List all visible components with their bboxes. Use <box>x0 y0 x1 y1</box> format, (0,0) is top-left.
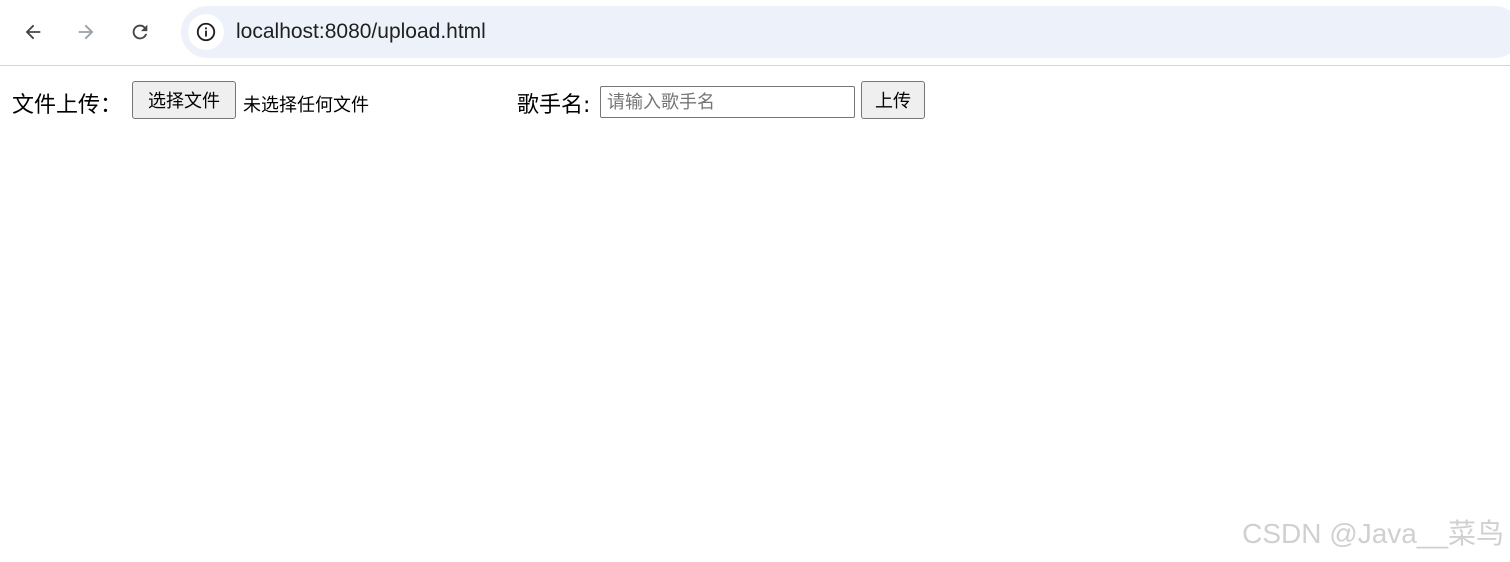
browser-toolbar: localhost:8080/upload.html <box>0 0 1510 66</box>
singer-name-input[interactable] <box>600 86 855 118</box>
info-icon <box>196 22 216 42</box>
site-info-button[interactable] <box>188 14 224 50</box>
arrow-left-icon <box>25 24 41 40</box>
reload-button[interactable] <box>120 12 160 52</box>
watermark: CSDN @Java__菜鸟 <box>1242 518 1504 549</box>
singer-name-label: 歌手名: <box>517 93 591 118</box>
url-text[interactable]: localhost:8080/upload.html <box>236 20 486 44</box>
back-button[interactable] <box>13 12 53 52</box>
choose-file-button[interactable]: 选择文件 <box>132 81 236 119</box>
forward-button[interactable] <box>66 12 106 52</box>
page-content: 文件上传： 选择文件 未选择任何文件 歌手名: 上传 CSDN @Java__菜… <box>0 67 1510 562</box>
arrow-right-icon <box>78 24 94 40</box>
address-bar[interactable]: localhost:8080/upload.html <box>181 6 1510 58</box>
reload-icon <box>132 24 148 40</box>
no-file-chosen-text: 未选择任何文件 <box>243 95 369 116</box>
upload-button[interactable]: 上传 <box>861 81 925 119</box>
file-upload-label: 文件上传： <box>12 93 123 118</box>
